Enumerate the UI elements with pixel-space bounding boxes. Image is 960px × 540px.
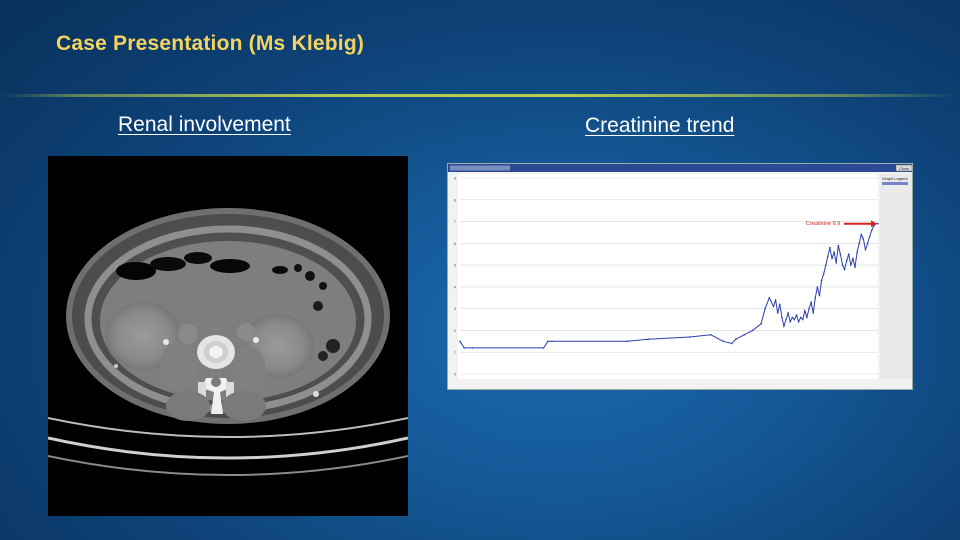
creatinine-data-point bbox=[822, 273, 825, 275]
creatinine-data-point bbox=[463, 347, 465, 349]
creatinine-data-point bbox=[806, 316, 808, 319]
creatinine-data-point bbox=[841, 264, 844, 266]
creatinine-data-point bbox=[776, 312, 779, 314]
creatinine-data-point bbox=[820, 279, 823, 282]
creatinine-data-point bbox=[827, 255, 829, 258]
creatinine-data-point bbox=[760, 323, 762, 325]
creatinine-data-point bbox=[471, 347, 474, 349]
renal-involvement-caption: Renal involvement bbox=[118, 113, 291, 136]
creatinine-data-point bbox=[829, 246, 831, 249]
chart-legend-series-swatch bbox=[882, 182, 908, 185]
creatinine-data-point bbox=[864, 249, 867, 251]
creatinine-data-point bbox=[804, 310, 806, 312]
creatinine-annotation-label: Creatinine 6.9 bbox=[806, 221, 840, 227]
creatinine-data-point bbox=[810, 301, 812, 303]
creatinine-data-point bbox=[783, 325, 785, 327]
creatinine-data-point bbox=[868, 236, 871, 238]
creatinine-data-point bbox=[870, 229, 873, 232]
creatinine-data-point bbox=[710, 334, 712, 336]
creatinine-data-point bbox=[816, 286, 819, 288]
creatinine-data-point bbox=[789, 320, 792, 323]
creatinine-data-point bbox=[814, 296, 817, 299]
creatinine-data-point bbox=[768, 296, 771, 299]
creatinine-data-point bbox=[862, 238, 865, 240]
creatinine-data-point bbox=[772, 305, 775, 308]
creatinine-data-point bbox=[793, 318, 796, 321]
creatinine-data-point bbox=[774, 299, 777, 301]
creatinine-data-point bbox=[866, 242, 869, 245]
creatinine-data-point bbox=[839, 253, 842, 256]
chart-legend-title: Graph Legend bbox=[882, 176, 908, 181]
creatinine-data-point bbox=[860, 233, 863, 236]
creatinine-data-point bbox=[764, 307, 766, 310]
creatinine-data-point bbox=[787, 312, 789, 314]
chart-window-titlebar bbox=[448, 164, 912, 172]
creatinine-data-point bbox=[847, 253, 850, 256]
creatinine-trend-caption: Creatinine trend bbox=[585, 114, 735, 137]
creatinine-data-point bbox=[818, 294, 821, 297]
close-button-label: Close bbox=[899, 166, 910, 171]
creatinine-data-point bbox=[854, 266, 856, 269]
creatinine-data-point bbox=[799, 316, 802, 319]
creatinine-data-point bbox=[837, 244, 840, 247]
creatinine-trend-chart: Close Graph Legend 0123456789 Creatinine… bbox=[447, 163, 913, 390]
creatinine-data-point bbox=[877, 222, 879, 225]
creatinine-data-point bbox=[835, 262, 837, 264]
creatinine-data-point bbox=[647, 338, 649, 340]
creatinine-data-point bbox=[833, 251, 835, 253]
creatinine-data-point bbox=[781, 316, 783, 319]
creatinine-data-point bbox=[751, 329, 754, 332]
creatinine-data-point bbox=[843, 268, 846, 271]
creatinine-data-point bbox=[852, 257, 854, 260]
creatinine-data-point bbox=[722, 340, 725, 343]
creatinine-data-point bbox=[856, 251, 858, 253]
creatinine-data-point bbox=[735, 338, 737, 340]
creatinine-data-point bbox=[730, 342, 733, 345]
slide-title: Case Presentation (Ms Klebig) bbox=[56, 32, 365, 55]
creatinine-data-point bbox=[791, 316, 794, 319]
creatinine-data-point bbox=[785, 318, 787, 321]
creatinine-data-point bbox=[797, 320, 800, 323]
creatinine-data-point bbox=[551, 340, 553, 343]
creatinine-data-point bbox=[831, 257, 833, 260]
title-divider bbox=[0, 94, 960, 97]
creatinine-data-point bbox=[743, 334, 746, 336]
ct-scan-image bbox=[48, 156, 408, 516]
creatinine-data-point bbox=[542, 347, 545, 349]
creatinine-data-point bbox=[459, 340, 461, 343]
creatinine-data-point bbox=[778, 303, 781, 306]
creatinine-data-point bbox=[824, 264, 827, 266]
creatinine-data-point bbox=[858, 242, 860, 245]
creatinine-data-point bbox=[689, 336, 691, 338]
creatinine-data-point bbox=[850, 264, 852, 266]
creatinine-data-point bbox=[795, 314, 798, 316]
creatinine-data-point bbox=[626, 340, 628, 343]
creatinine-data-point bbox=[808, 307, 810, 310]
creatinine-data-point bbox=[812, 312, 815, 314]
creatinine-data-point bbox=[845, 259, 848, 262]
creatinine-data-point bbox=[801, 318, 804, 321]
creatinine-data-point bbox=[546, 340, 549, 343]
